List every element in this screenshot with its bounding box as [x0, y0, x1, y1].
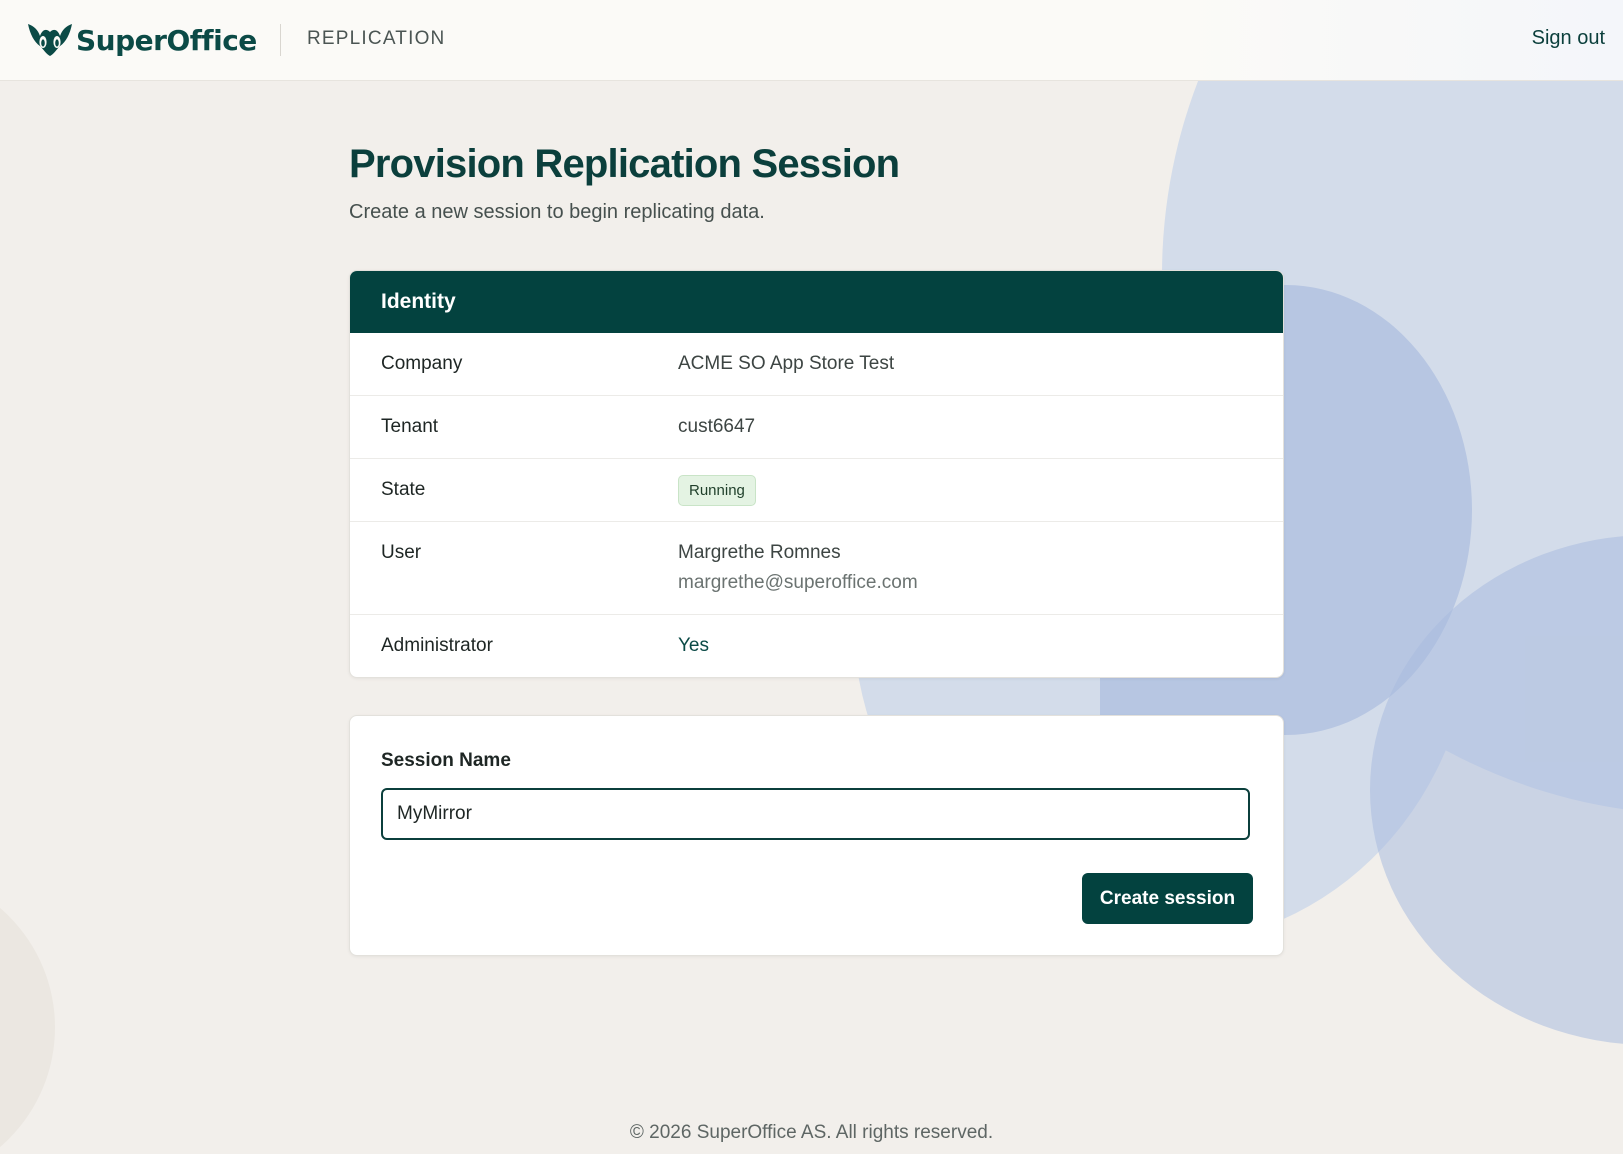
- create-session-button[interactable]: Create session: [1082, 873, 1253, 924]
- identity-row-company: Company ACME SO App Store Test: [350, 333, 1283, 396]
- header-divider: [280, 24, 281, 56]
- row-label: State: [381, 479, 426, 500]
- row-label: Company: [381, 353, 463, 374]
- superoffice-owl-icon: [28, 24, 72, 56]
- user-value: Margrethe Romnes margrethe@superoffice.c…: [678, 522, 918, 594]
- top-bar: SuperOffice REPLICATION Sign out: [0, 0, 1623, 81]
- status-badge: Running: [678, 474, 756, 506]
- session-card: Session Name Create session: [349, 715, 1284, 956]
- identity-card: Identity Company ACME SO App Store Test …: [349, 270, 1284, 678]
- state-value: Running: [678, 474, 756, 506]
- row-label: User: [381, 542, 422, 563]
- identity-row-state: State Running: [350, 459, 1283, 522]
- superoffice-logo[interactable]: SuperOffice: [26, 18, 257, 62]
- page-title: Provision Replication Session: [349, 142, 900, 186]
- sign-out-link[interactable]: Sign out: [1532, 27, 1605, 50]
- decor-circle: [0, 870, 55, 1154]
- identity-row-user: User Margrethe Romnes margrethe@superoff…: [350, 522, 1283, 615]
- administrator-value: Yes: [678, 635, 709, 656]
- identity-row-tenant: Tenant cust6647: [350, 396, 1283, 459]
- page-subtitle: Create a new session to begin replicatin…: [349, 201, 765, 223]
- row-label: Tenant: [381, 416, 439, 437]
- user-email: margrethe@superoffice.com: [678, 572, 918, 593]
- row-label: Administrator: [381, 635, 493, 656]
- company-value: ACME SO App Store Test: [678, 353, 895, 374]
- identity-row-administrator: Administrator Yes: [350, 615, 1283, 677]
- app-name: REPLICATION: [307, 28, 446, 49]
- logo-text: SuperOffice: [76, 23, 257, 57]
- main-content: Provision Replication Session Create a n…: [349, 130, 1284, 956]
- identity-card-header: Identity: [350, 271, 1283, 333]
- tenant-value: cust6647: [678, 416, 756, 437]
- session-name-label: Session Name: [381, 750, 511, 771]
- session-name-input[interactable]: [381, 788, 1250, 840]
- user-name: Margrethe Romnes: [678, 542, 841, 563]
- footer-copyright: © 2026 SuperOffice AS. All rights reserv…: [629, 1122, 994, 1143]
